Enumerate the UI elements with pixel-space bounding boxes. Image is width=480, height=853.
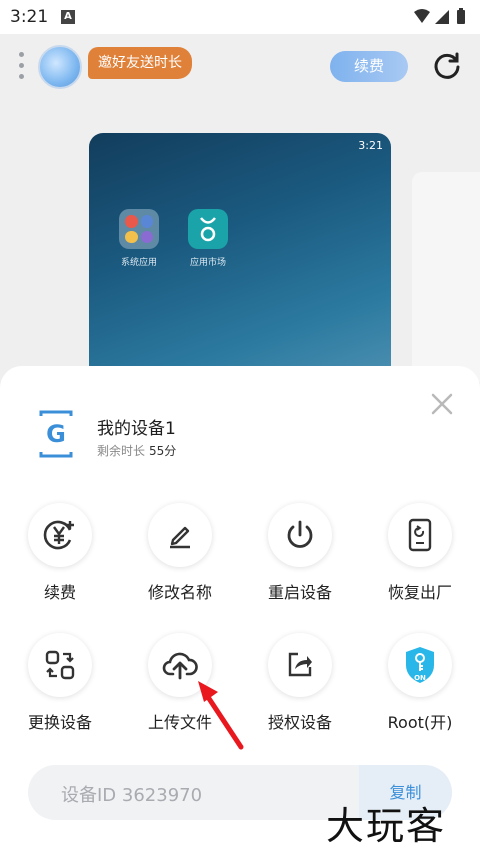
app-label: 系统应用 — [120, 258, 157, 268]
factory-reset-button[interactable]: 恢复出厂 — [365, 503, 475, 603]
refresh-icon[interactable] — [432, 52, 462, 82]
swap-device-icon — [45, 650, 75, 680]
renew-button[interactable]: 续费 — [5, 503, 115, 603]
root-key-icon: ON — [406, 647, 434, 683]
yen-plus-icon — [43, 520, 74, 550]
authorize-device-button[interactable]: 授权设备 — [245, 633, 355, 733]
power-icon — [287, 520, 313, 548]
root-on-badge: ON — [414, 674, 426, 682]
invite-friends-button[interactable]: 邀好友送时长 — [88, 47, 192, 79]
device-id-text: 设备ID 3623970 — [61, 785, 203, 806]
next-device-card[interactable] — [412, 172, 480, 382]
avatar[interactable] — [38, 45, 82, 89]
share-auth-icon — [288, 652, 312, 677]
device-logo-icon: G — [39, 410, 73, 458]
device-name: 我的设备1 — [97, 419, 176, 439]
remaining-value: 55分 — [149, 444, 177, 458]
app-label: 应用市场 — [189, 258, 226, 268]
app-system-apps[interactable]: 系统应用 — [109, 209, 169, 268]
system-status-icons — [414, 8, 465, 24]
renew-top-button[interactable]: 续费 — [330, 51, 408, 82]
root-toggle-button[interactable]: ON Root(开) — [365, 633, 475, 733]
app-market-icon — [188, 209, 228, 249]
app-market[interactable]: 应用市场 — [178, 209, 238, 268]
pen-icon — [170, 526, 190, 549]
status-bar: 3:21 A — [0, 0, 480, 34]
close-icon[interactable] — [430, 392, 454, 416]
rename-button[interactable]: 修改名称 — [125, 503, 235, 603]
restart-button[interactable]: 重启设备 — [245, 503, 355, 603]
factory-reset-icon — [408, 518, 432, 552]
system-apps-icon — [119, 209, 159, 249]
menu-dots-icon[interactable] — [19, 52, 25, 85]
change-device-button[interactable]: 更换设备 — [5, 633, 115, 733]
remaining-time: 剩余时长 55分 — [97, 444, 177, 458]
notification-a-icon: A — [61, 10, 75, 24]
pointer-arrow-icon — [198, 681, 244, 750]
phone-status-time: 3:21 — [358, 139, 383, 152]
svg-text:G: G — [46, 420, 66, 448]
status-time: 3:21 — [10, 7, 49, 27]
watermark: 大玩客 — [326, 804, 447, 848]
cloud-phone-preview[interactable]: 3:21 系统应用 应用市场 — [89, 133, 391, 383]
